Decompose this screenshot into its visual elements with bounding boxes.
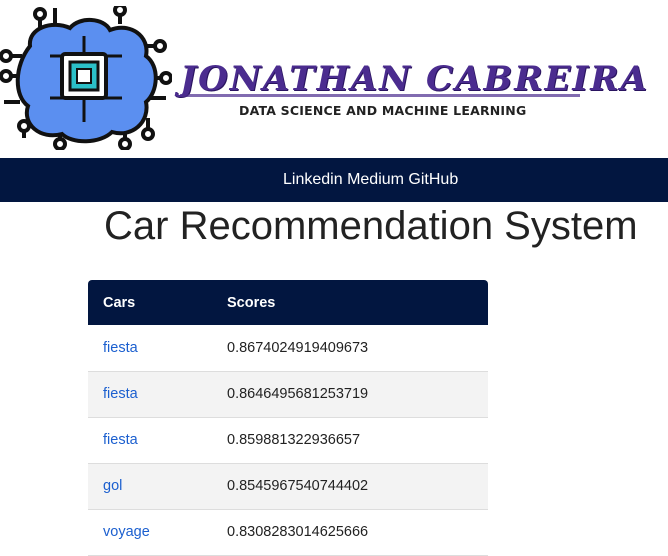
table-row: voyage 0.8308283014625666 [88, 509, 488, 555]
recommendation-table: Cars Scores fiesta 0.8674024919409673 fi… [88, 280, 488, 556]
score-cell: 0.8308283014625666 [227, 524, 369, 540]
score-cell: 0.8545967540744402 [227, 478, 369, 494]
car-cell: voyage [88, 509, 212, 555]
table-row: gol 0.8545967540744402 [88, 463, 488, 509]
car-link[interactable]: voyage [103, 524, 150, 540]
brand-underline [180, 94, 580, 97]
recommendation-table-container: Cars Scores fiesta 0.8674024919409673 fi… [88, 280, 488, 556]
score-cell: 0.8646495681253719 [227, 386, 369, 402]
nav-link-github[interactable]: GitHub [408, 171, 458, 188]
column-header-cars: Cars [103, 294, 136, 311]
score-cell: 0.8674024919409673 [227, 339, 369, 356]
car-cell: fiesta [88, 417, 212, 463]
brain-chip-logo-icon[interactable] [0, 6, 172, 150]
brand-tagline: DATA SCIENCE AND MACHINE LEARNING [239, 103, 527, 118]
table-header-row: Cars Scores [88, 280, 488, 325]
site-header: JONATHAN CABREIRA DATA SCIENCE AND MACHI… [0, 0, 668, 158]
table-row: fiesta 0.8646495681253719 [88, 371, 488, 417]
table-row: fiesta 0.859881322936657 [88, 417, 488, 463]
car-link[interactable]: fiesta [103, 432, 138, 448]
car-link[interactable]: gol [103, 478, 122, 494]
nav-links: Linkedin Medium GitHub [283, 158, 458, 202]
score-cell: 0.859881322936657 [227, 432, 361, 448]
nav-link-medium[interactable]: Medium [347, 171, 404, 188]
nav-link-linkedin[interactable]: Linkedin [283, 171, 343, 188]
top-navbar: Linkedin Medium GitHub [0, 158, 668, 202]
page-title: Car Recommendation System [104, 204, 638, 248]
car-cell: gol [88, 463, 212, 509]
column-header-scores: Scores [227, 294, 276, 311]
car-link[interactable]: fiesta [103, 340, 138, 356]
car-cell: fiesta [88, 325, 212, 371]
car-cell: fiesta [88, 371, 212, 417]
car-link[interactable]: fiesta [103, 386, 138, 402]
table-row: fiesta 0.8674024919409673 [88, 325, 488, 371]
